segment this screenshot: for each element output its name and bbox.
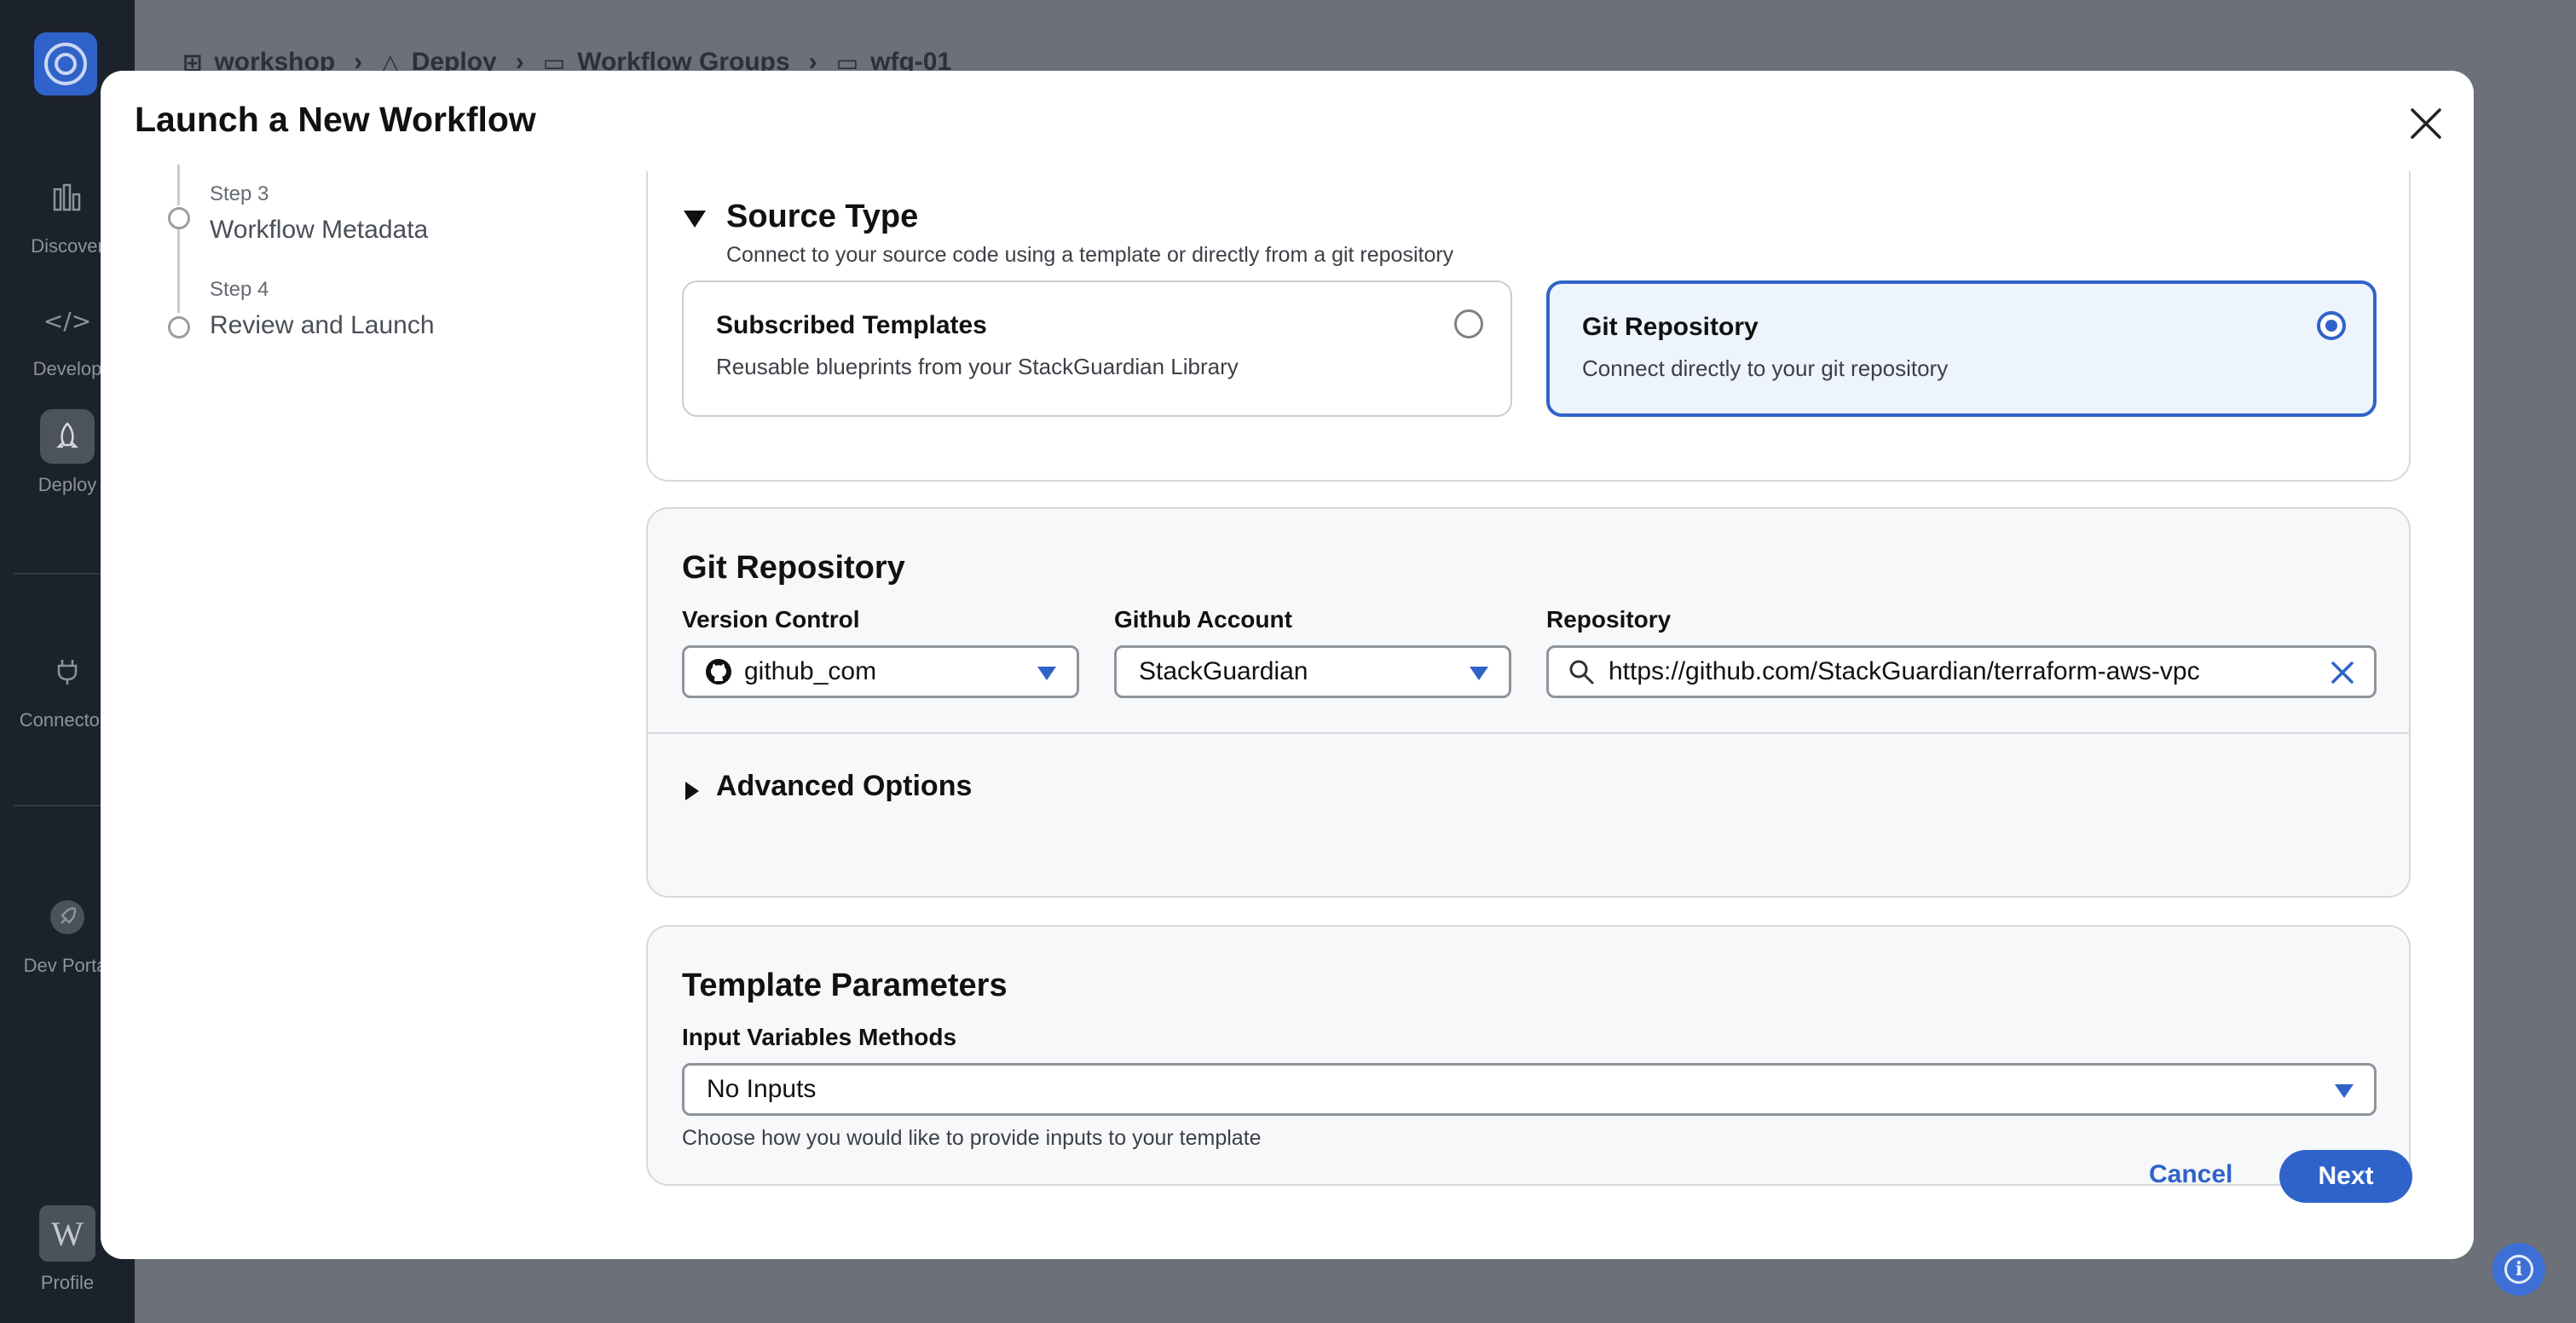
template-parameters-title: Template Parameters [682, 968, 1008, 1003]
clear-icon[interactable] [2330, 660, 2355, 685]
input-methods-select[interactable]: No Inputs [682, 1063, 2377, 1116]
app-logo[interactable] [34, 32, 97, 95]
source-type-card: Source Type Connect to your source code … [646, 171, 2411, 482]
collapse-triangle-icon[interactable] [684, 211, 706, 228]
stepper-line [177, 229, 180, 313]
dropdown-arrow-icon [1037, 667, 1056, 680]
repository-label: Repository [1546, 606, 1672, 633]
section-divider [648, 732, 2409, 734]
template-parameters-card: Template Parameters Input Variables Meth… [646, 925, 2411, 1186]
logo-icon [44, 43, 87, 85]
radio-subscribed-templates[interactable] [1454, 309, 1483, 338]
input-methods-value: No Inputs [707, 1075, 817, 1103]
code-icon: </> [43, 306, 92, 335]
version-control-label: Version Control [682, 606, 860, 633]
rocket-icon [40, 890, 95, 945]
option-git-repository[interactable]: Git Repository Connect directly to your … [1546, 280, 2377, 417]
modal-title: Launch a New Workflow [135, 100, 536, 139]
github-account-value: StackGuardian [1139, 657, 1308, 685]
git-repository-card: Git Repository Version Control github_co… [646, 507, 2411, 898]
github-account-select[interactable]: StackGuardian [1114, 645, 1511, 698]
repository-value: https://github.com/StackGuardian/terrafo… [1609, 657, 2200, 685]
step-4-indicator [168, 316, 190, 338]
sidebar-item-label: Profile [40, 1272, 95, 1293]
radio-git-repository[interactable] [2317, 311, 2346, 340]
input-methods-helper: Choose how you would like to provide inp… [682, 1126, 1262, 1150]
dropdown-arrow-icon [2335, 1084, 2354, 1098]
cancel-button[interactable]: Cancel [2149, 1160, 2232, 1189]
info-icon: i [2504, 1255, 2533, 1284]
github-icon [706, 659, 731, 685]
help-button[interactable]: i [2492, 1243, 2545, 1296]
search-icon [1569, 660, 1594, 685]
step-3-name[interactable]: Workflow Metadata [210, 216, 428, 245]
advanced-options-toggle[interactable]: Advanced Options [716, 770, 972, 803]
source-type-description: Connect to your source code using a temp… [726, 243, 1454, 267]
avatar: W [39, 1205, 95, 1262]
deploy-rocket-icon [40, 409, 95, 464]
step-4-label: Step 4 [210, 278, 269, 301]
version-control-select[interactable]: github_com [682, 645, 1079, 698]
close-button[interactable] [2399, 96, 2453, 151]
dropdown-arrow-icon [1470, 667, 1488, 680]
github-account-label: Github Account [1114, 606, 1292, 633]
expand-triangle-icon[interactable] [685, 782, 699, 800]
git-repository-title: Git Repository [682, 550, 905, 586]
plug-icon [40, 644, 95, 699]
repository-input[interactable]: https://github.com/StackGuardian/terrafo… [1546, 645, 2377, 698]
launch-workflow-modal: Launch a New Workflow Step 3 Workflow Me… [101, 71, 2474, 1259]
source-type-title[interactable]: Source Type [726, 199, 918, 235]
next-button[interactable]: Next [2279, 1150, 2412, 1203]
stepper-line [177, 165, 180, 205]
version-control-value: github_com [744, 657, 877, 685]
step-3-label: Step 3 [210, 182, 269, 205]
option-subscribed-templates[interactable]: Subscribed Templates Reusable blueprints… [682, 280, 1512, 417]
step-3-indicator [168, 207, 190, 229]
step-4-name[interactable]: Review and Launch [210, 311, 435, 340]
close-icon [2411, 108, 2441, 139]
input-methods-label: Input Variables Methods [682, 1024, 957, 1050]
bar-chart-icon [40, 170, 95, 225]
